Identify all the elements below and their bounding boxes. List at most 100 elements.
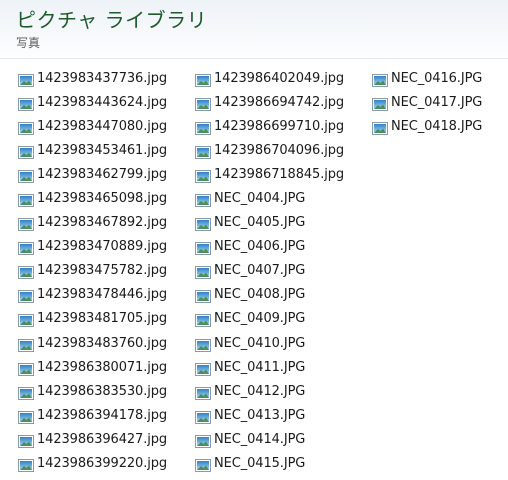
header-divider [0, 58, 508, 59]
image-file-icon [195, 457, 211, 473]
file-name: 1423986694742.jpg [214, 94, 345, 110]
library-header: ピクチャ ライブラリ 写真 [0, 0, 508, 64]
file-name: NEC_0415.JPG [214, 456, 306, 472]
image-file-icon [18, 385, 34, 400]
file-name: NEC_0412.JPG [214, 383, 306, 399]
file-name: 1423986394178.jpg [37, 407, 168, 423]
file-item[interactable]: NEC_0405.JPG [195, 211, 372, 235]
image-file-icon [372, 120, 388, 135]
file-name: 1423983467892.jpg [37, 215, 168, 231]
file-item[interactable]: NEC_0408.JPG [195, 283, 372, 307]
image-file-icon [372, 96, 388, 111]
file-item[interactable]: NEC_0415.JPG [195, 452, 372, 476]
image-file-icon [18, 240, 34, 256]
file-name: 1423983437736.jpg [37, 70, 168, 86]
file-item[interactable]: 1423986402049.jpg [195, 66, 372, 90]
file-name: NEC_0418.JPG [391, 118, 483, 134]
file-column: NEC_0416.JPG NEC_0417.JPG NEC_0418.JPG [372, 66, 502, 476]
file-item[interactable]: 1423986704096.jpg [195, 138, 372, 162]
image-file-icon [195, 409, 211, 424]
library-subtitle: 写真 [16, 36, 41, 50]
file-name: 1423986704096.jpg [214, 142, 345, 158]
image-file-icon [195, 168, 211, 183]
file-item[interactable]: NEC_0410.JPG [195, 331, 372, 355]
image-file-icon [195, 192, 211, 208]
image-file-icon [18, 72, 34, 87]
file-name: NEC_0409.JPG [214, 311, 306, 327]
file-item[interactable]: NEC_0416.JPG [372, 66, 502, 90]
file-list: 1423983437736.jpg 1423983443624.jpg 142398… [18, 66, 502, 476]
image-file-icon [18, 264, 34, 280]
file-item[interactable]: 1423983447080.jpg [18, 114, 195, 138]
file-item[interactable]: 1423986699710.jpg [195, 114, 372, 138]
image-file-icon [18, 433, 34, 448]
file-item[interactable]: NEC_0412.JPG [195, 379, 372, 403]
image-file-icon [195, 264, 211, 280]
file-item[interactable]: 1423983462799.jpg [18, 162, 195, 186]
file-name: NEC_0413.JPG [214, 407, 306, 423]
file-item[interactable]: 1423983478446.jpg [18, 283, 195, 307]
file-name: 1423983470889.jpg [37, 239, 168, 255]
file-name: NEC_0411.JPG [214, 359, 306, 375]
file-item[interactable]: 1423986399220.jpg [18, 452, 195, 476]
file-name: NEC_0414.JPG [214, 431, 306, 447]
file-item[interactable]: NEC_0404.JPG [195, 186, 372, 210]
image-file-icon [18, 120, 34, 135]
file-name: 1423986718845.jpg [214, 166, 345, 182]
image-file-icon [18, 312, 34, 328]
file-name: 1423983443624.jpg [37, 94, 168, 110]
file-item[interactable]: 1423983443624.jpg [18, 90, 195, 114]
file-name: 1423986383530.jpg [37, 383, 168, 399]
image-file-icon [195, 337, 211, 352]
file-name: NEC_0405.JPG [214, 215, 306, 231]
image-file-icon [195, 96, 211, 111]
file-item[interactable]: 1423986394178.jpg [18, 403, 195, 427]
file-name: 1423986396427.jpg [37, 431, 168, 447]
file-item[interactable]: 1423983437736.jpg [18, 66, 195, 90]
file-item[interactable]: 1423986380071.jpg [18, 355, 195, 379]
image-file-icon [18, 409, 34, 424]
image-file-icon [195, 240, 211, 256]
file-item[interactable]: 1423983483760.jpg [18, 331, 195, 355]
file-item[interactable]: 1423983475782.jpg [18, 259, 195, 283]
image-file-icon [18, 337, 34, 352]
image-file-icon [195, 144, 211, 159]
file-item[interactable]: NEC_0418.JPG [372, 114, 502, 138]
file-name: NEC_0417.JPG [391, 94, 483, 110]
file-item[interactable]: NEC_0409.JPG [195, 307, 372, 331]
file-item[interactable]: 1423986396427.jpg [18, 427, 195, 451]
file-item[interactable]: 1423983470889.jpg [18, 235, 195, 259]
file-item[interactable]: 1423986694742.jpg [195, 90, 372, 114]
file-name: 1423986380071.jpg [37, 359, 168, 375]
file-name: 1423983478446.jpg [37, 287, 168, 303]
image-file-icon [195, 120, 211, 135]
file-name: 1423983447080.jpg [37, 118, 168, 134]
image-file-icon [195, 433, 211, 448]
file-name: 1423983475782.jpg [37, 263, 168, 279]
file-name: NEC_0416.JPG [391, 70, 483, 86]
file-item[interactable]: 1423983481705.jpg [18, 307, 195, 331]
image-file-icon [18, 361, 34, 376]
file-item[interactable]: 1423986718845.jpg [195, 162, 372, 186]
image-file-icon [18, 96, 34, 111]
file-item[interactable]: NEC_0407.JPG [195, 259, 372, 283]
image-file-icon [195, 312, 211, 328]
file-item[interactable]: NEC_0411.JPG [195, 355, 372, 379]
file-item[interactable]: 1423983465098.jpg [18, 186, 195, 210]
file-name: 1423983483760.jpg [37, 335, 168, 351]
file-name: NEC_0408.JPG [214, 287, 306, 303]
image-file-icon [18, 144, 34, 159]
file-name: 1423986402049.jpg [214, 70, 345, 86]
file-name: 1423983465098.jpg [37, 191, 168, 207]
file-item[interactable]: NEC_0413.JPG [195, 403, 372, 427]
file-item[interactable]: NEC_0406.JPG [195, 235, 372, 259]
file-item[interactable]: 1423983467892.jpg [18, 211, 195, 235]
file-item[interactable]: NEC_0417.JPG [372, 90, 502, 114]
file-item[interactable]: NEC_0414.JPG [195, 427, 372, 451]
file-item[interactable]: 1423986383530.jpg [18, 379, 195, 403]
image-file-icon [372, 72, 388, 87]
file-name: 1423983462799.jpg [37, 166, 168, 182]
image-file-icon [195, 72, 211, 87]
file-item[interactable]: 1423983453461.jpg [18, 138, 195, 162]
file-column: 1423983437736.jpg 1423983443624.jpg 142398… [18, 66, 195, 476]
